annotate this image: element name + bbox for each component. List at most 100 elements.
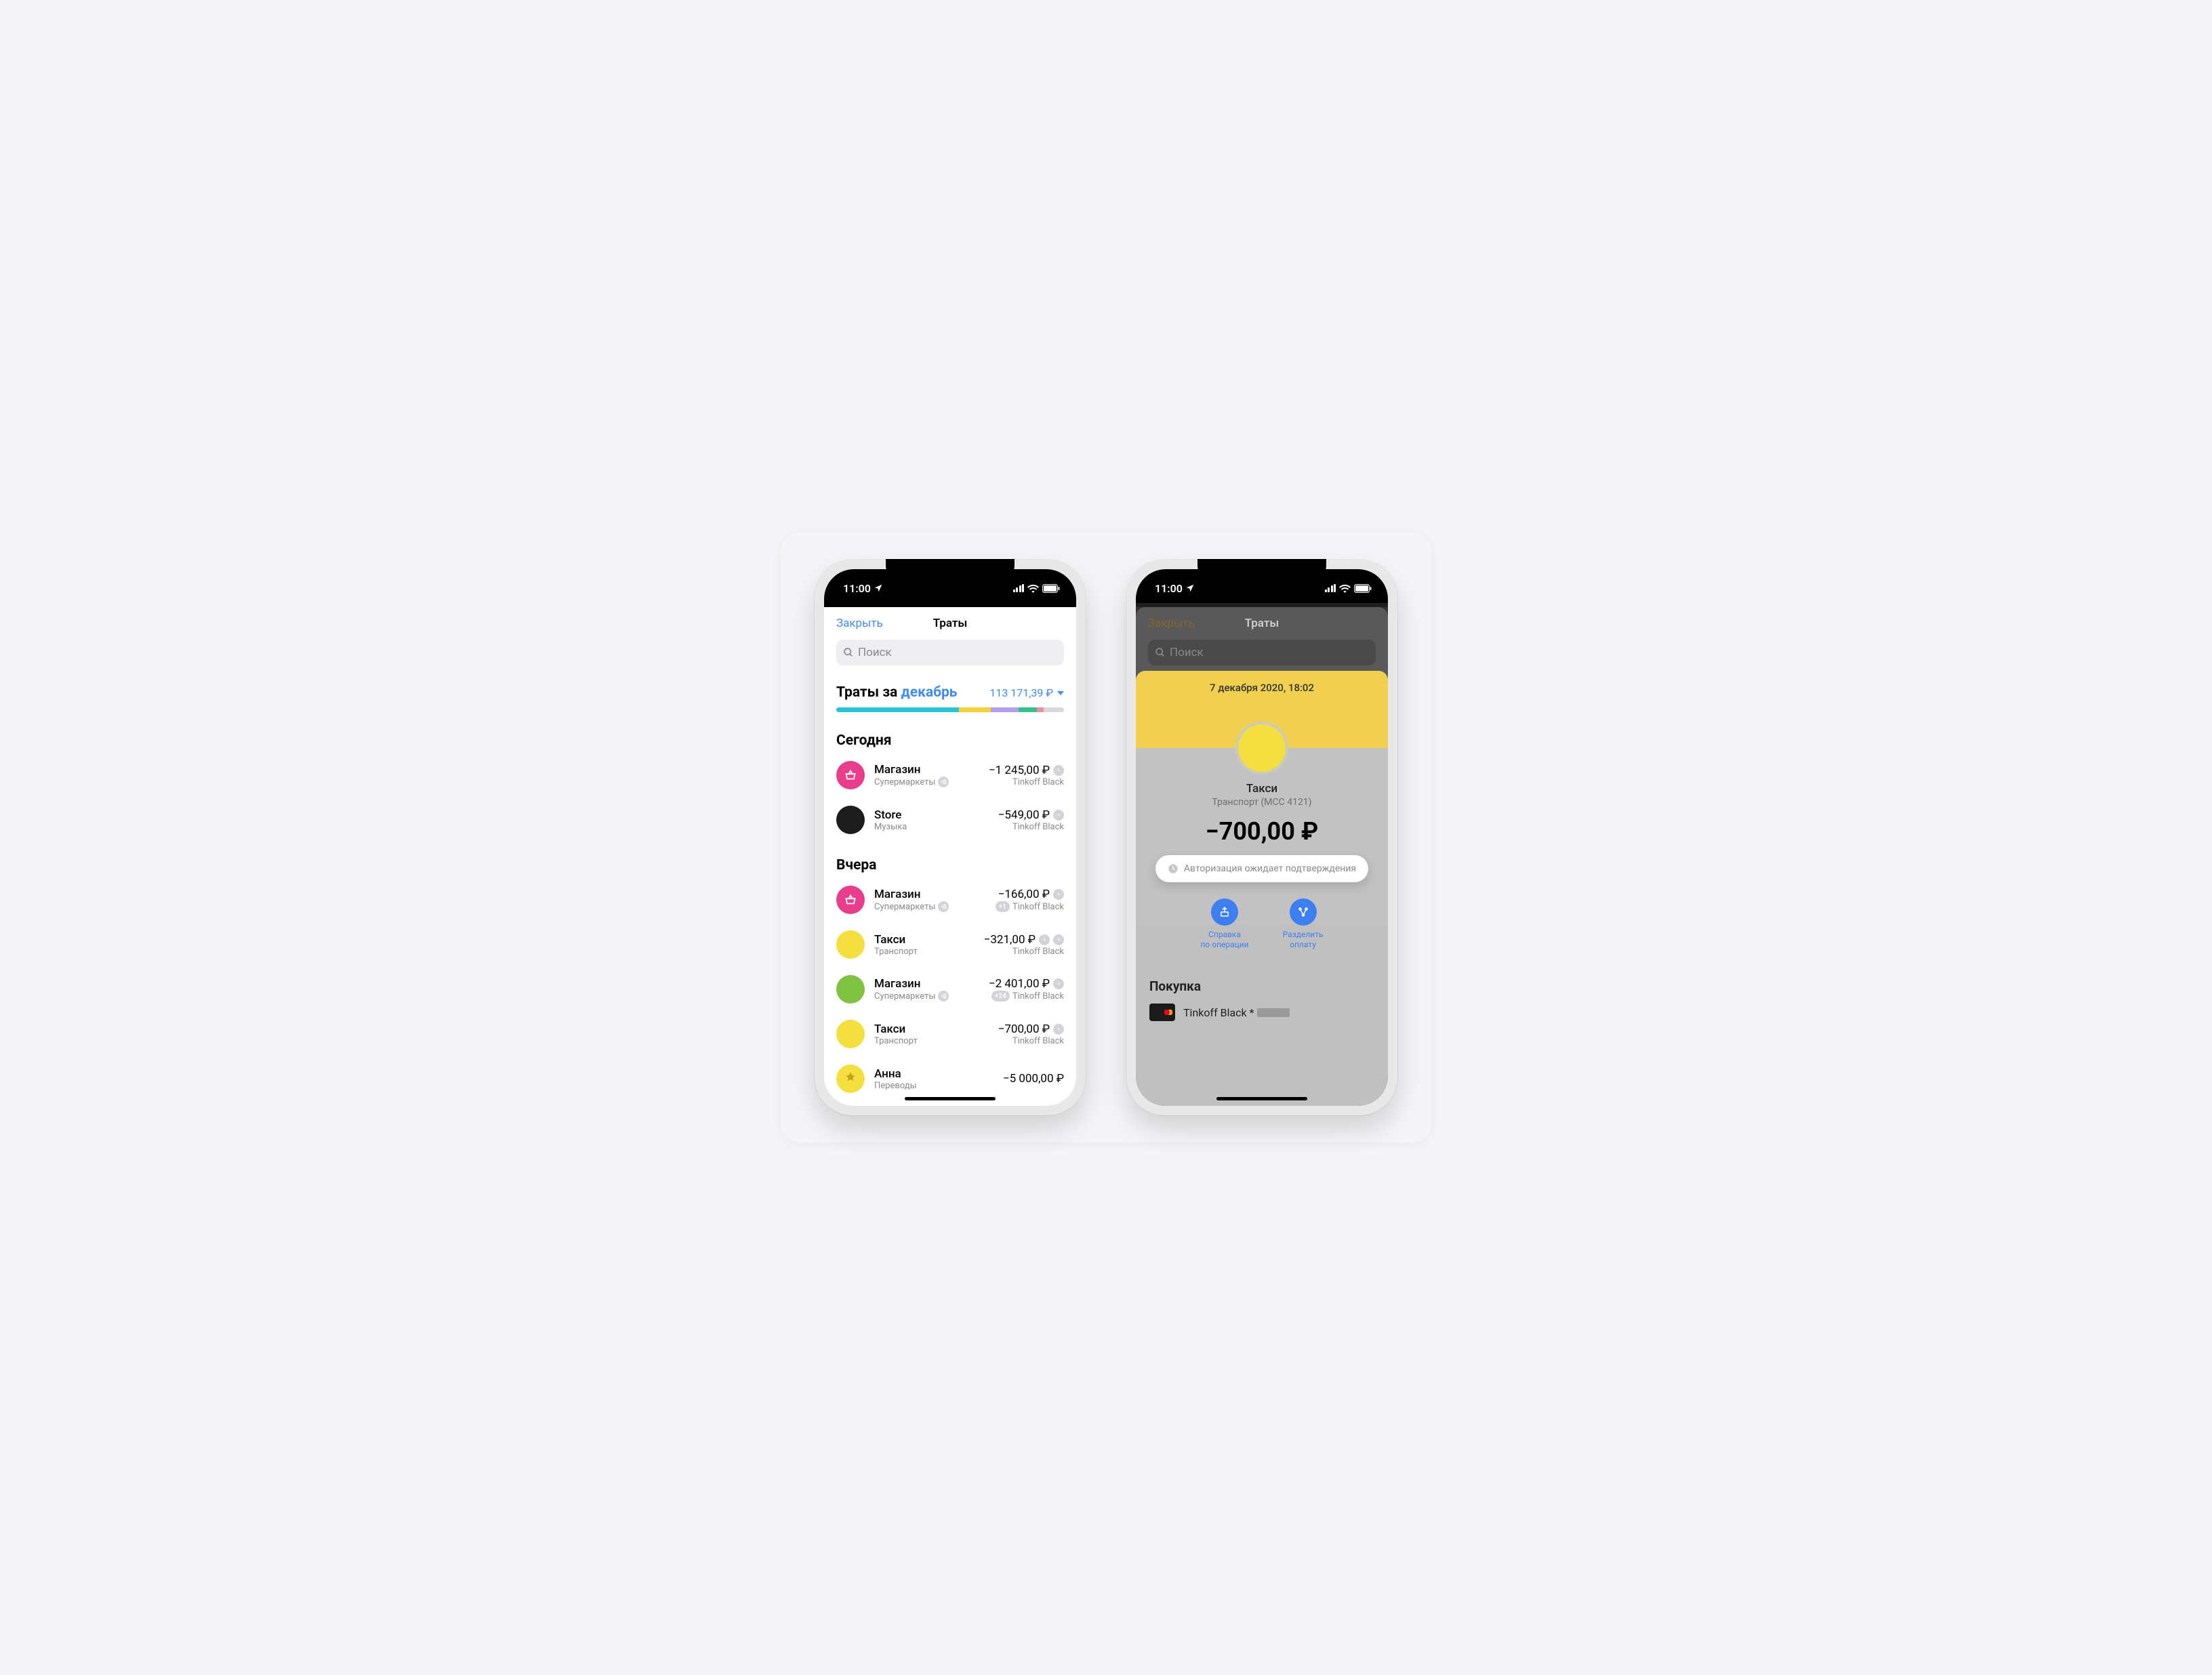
category-icon [836, 1064, 865, 1093]
pending-icon [1053, 765, 1064, 776]
transaction-amount: −549,00 ₽ [998, 808, 1064, 822]
transaction-title: Магазин [874, 763, 979, 777]
summary-month[interactable]: декабрь [901, 684, 958, 701]
transaction-row[interactable]: МагазинСупермаркеты −1 245,00 ₽Tinkoff Bl… [836, 753, 1064, 798]
merchant-category: Транспорт (MCC 4121) [1149, 797, 1374, 808]
chevron-down-icon [1057, 691, 1064, 695]
location-icon [874, 583, 883, 593]
transaction-row[interactable]: АннаПереводы −5 000,00 ₽ [836, 1056, 1064, 1101]
transaction-card: Tinkoff Black [984, 947, 1064, 957]
split-action[interactable]: Разделить оплату [1283, 898, 1324, 950]
purchase-section-title: Покупка [1149, 978, 1374, 994]
nav-bar: Закрыть Траты [824, 607, 1076, 640]
transaction-title: Store [874, 808, 989, 822]
phone-mockup-right: 11:00 [1126, 560, 1397, 1115]
status-time: 11:00 [843, 582, 871, 595]
transaction-subtitle: Переводы [874, 1081, 994, 1091]
section-header: Вчера [836, 842, 1064, 877]
progress-segment [836, 707, 959, 712]
redacted-card-number [1257, 1008, 1290, 1017]
cellular-icon [1013, 584, 1025, 592]
notch [886, 559, 1015, 579]
search-input[interactable]: Поиск [836, 640, 1064, 665]
pending-icon [1053, 810, 1064, 821]
contactless-icon [938, 777, 949, 787]
transaction-card: Tinkoff Black [989, 777, 1064, 787]
pending-icon [1053, 978, 1064, 989]
card-icon [1149, 1004, 1175, 1021]
receipt-action[interactable]: Справка по операции [1201, 898, 1249, 950]
detail-amount: −700,00 ₽ [1149, 817, 1374, 846]
progress-segment [1044, 707, 1064, 712]
search-input-dimmed: Поиск [1148, 640, 1376, 665]
category-icon [836, 930, 865, 959]
transaction-row[interactable]: ТаксиТранспорт−700,00 ₽Tinkoff Black [836, 1012, 1064, 1056]
clock-icon [1168, 863, 1179, 874]
payment-card-row[interactable]: Tinkoff Black * [1149, 1004, 1374, 1021]
transaction-subtitle: Супермаркеты [874, 777, 979, 787]
transaction-subtitle: Супермаркеты [874, 901, 986, 912]
transaction-row[interactable]: ТаксиТранспорт−321,00 ₽Tinkoff Black [836, 922, 1064, 967]
phone-mockup-left: 11:00 Закрыть [815, 560, 1086, 1115]
basket-icon [836, 886, 865, 914]
transaction-row[interactable]: StoreМузыка −549,00 ₽Tinkoff Black [836, 798, 1064, 842]
transaction-row[interactable]: МагазинСупермаркеты −166,00 ₽+1Tinkoff Bl… [836, 877, 1064, 922]
contactless-icon [938, 991, 949, 1001]
detail-header: 7 декабря 2020, 18:02 [1136, 671, 1388, 748]
transaction-row[interactable]: МагазинСупермаркеты −2 401,00 ₽+24Tinkoff… [836, 967, 1064, 1012]
search-icon [1155, 647, 1166, 658]
status-time: 11:00 [1155, 582, 1183, 595]
bonus-badge: +1 [996, 901, 1010, 912]
location-icon [1185, 583, 1195, 593]
auth-status-chip: Авторизация ожидает подтверждения [1155, 855, 1368, 882]
transaction-amount: −2 401,00 ₽ [989, 977, 1064, 991]
progress-segment [1019, 707, 1037, 712]
wifi-icon [1339, 584, 1351, 593]
detail-date: 7 декабря 2020, 18:02 [1136, 682, 1388, 694]
transaction-card: Tinkoff Black [998, 822, 1064, 832]
category-icon [836, 806, 865, 834]
pending-icon [1053, 1024, 1064, 1035]
cellular-icon [1325, 584, 1336, 592]
transaction-subtitle: Супермаркеты [874, 991, 979, 1001]
transaction-subtitle: Транспорт [874, 1036, 989, 1046]
transaction-amount: −1 245,00 ₽ [989, 764, 1064, 777]
transaction-detail-sheet: 7 декабря 2020, 18:02 Такси Транспорт (M… [1136, 671, 1388, 1106]
nav-bar-dimmed: Закрыть Траты [1136, 607, 1388, 640]
transaction-card: +1Tinkoff Black [996, 901, 1064, 912]
home-indicator[interactable] [1216, 1097, 1307, 1100]
page-title-dimmed: Траты [1245, 617, 1279, 630]
pending-icon [1053, 889, 1064, 900]
category-icon [836, 1020, 865, 1048]
bonus-badge: +24 [991, 991, 1010, 1001]
transaction-title: Анна [874, 1067, 994, 1081]
transaction-title: Магазин [874, 977, 979, 991]
summary-total-dropdown[interactable]: 113 171,39 ₽ [989, 686, 1064, 699]
page-title: Траты [933, 617, 968, 630]
transaction-amount: −5 000,00 ₽ [1003, 1072, 1064, 1085]
close-button[interactable]: Закрыть [836, 617, 883, 630]
section-header: Сегодня [836, 718, 1064, 753]
transaction-subtitle: Музыка [874, 822, 989, 832]
status-bar: 11:00 [1136, 569, 1388, 603]
transaction-title: Магазин [874, 888, 986, 901]
transaction-card: +24Tinkoff Black [989, 991, 1064, 1001]
search-icon [843, 647, 854, 658]
battery-icon [1354, 584, 1372, 593]
transaction-amount: −700,00 ₽ [998, 1022, 1064, 1036]
transaction-subtitle: Транспорт [874, 947, 975, 957]
search-placeholder: Поиск [858, 646, 892, 659]
progress-segment [991, 707, 1018, 712]
transaction-card: Tinkoff Black [998, 1036, 1064, 1046]
share-up-icon [1218, 906, 1231, 918]
close-button-dimmed: Закрыть [1148, 617, 1195, 630]
spending-breakdown-bar[interactable] [836, 707, 1064, 712]
transaction-amount: −166,00 ₽ [996, 888, 1064, 901]
home-indicator[interactable] [905, 1097, 996, 1100]
merchant-avatar [1235, 722, 1288, 774]
category-icon [836, 975, 865, 1004]
progress-segment [1037, 707, 1044, 712]
pending-icon [1053, 934, 1064, 945]
transaction-amount: −321,00 ₽ [984, 933, 1064, 947]
progress-segment [959, 707, 991, 712]
